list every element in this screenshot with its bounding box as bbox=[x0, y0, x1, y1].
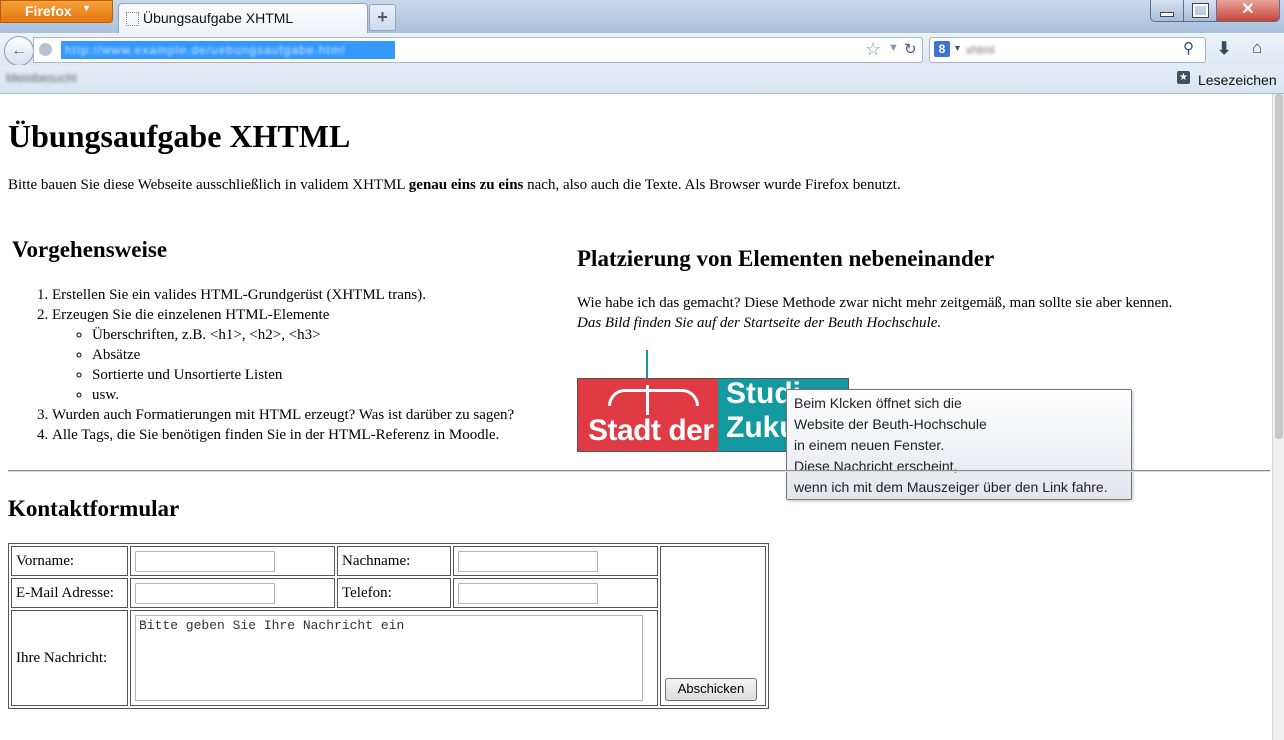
banner-tower-graphic bbox=[646, 385, 649, 415]
search-engine-dropdown-icon[interactable]: ▼ bbox=[953, 43, 962, 53]
maximize-button[interactable] bbox=[1183, 0, 1217, 22]
back-button[interactable]: ← bbox=[4, 36, 34, 66]
url-text: http://www.example.de/uebungsaufgabe.htm… bbox=[65, 43, 346, 57]
home-icon[interactable]: ⌂ bbox=[1252, 38, 1262, 58]
tooltip-line: in einem neuen Fenster. bbox=[794, 437, 945, 453]
platzierung-heading: Platzierung von Elementen nebeneinander bbox=[577, 246, 995, 271]
bookmarks-item[interactable]: Meistbesucht bbox=[6, 71, 77, 85]
page-title: Übungsaufgabe XHTML bbox=[8, 118, 351, 154]
bookmarks-star-icon[interactable]: ★ bbox=[1177, 71, 1190, 84]
tab-active[interactable]: Übungsaufgabe XHTML bbox=[118, 3, 368, 34]
steps-list: Erstellen Sie ein valides HTML-Grundgerü… bbox=[12, 285, 592, 445]
vorname-cell bbox=[130, 546, 335, 576]
history-dropdown-icon[interactable]: ▼ bbox=[888, 42, 899, 54]
bookmarks-toolbar: Meistbesucht ★ Lesezeichen bbox=[0, 65, 1284, 94]
vertical-scrollbar[interactable] bbox=[1272, 94, 1284, 740]
nachricht-cell: Bitte geben Sie Ihre Nachricht ein ⋰ bbox=[130, 610, 658, 706]
search-input[interactable]: xhtml bbox=[966, 43, 995, 57]
step-label: Erzeugen Sie die einzelenen HTML-Element… bbox=[52, 307, 330, 323]
step-item: Wurden auch Formatierungen mit HTML erze… bbox=[52, 405, 592, 425]
vorgehensweise-heading: Vorgehensweise bbox=[12, 237, 168, 262]
bookmark-star-icon[interactable]: ☆ bbox=[865, 39, 881, 60]
substep-item: Sortierte und Unsortierte Listen bbox=[92, 365, 592, 385]
banner-text-left: Stadt der bbox=[588, 414, 714, 447]
reload-icon[interactable]: ↻ bbox=[904, 40, 917, 58]
step-item-with-sublist: Erzeugen Sie die einzelenen HTML-Element… bbox=[52, 305, 592, 405]
window-titlebar: Firefox ▼ Übungsaufgabe XHTML + ✕ bbox=[0, 0, 1284, 34]
nachname-label: Nachname: bbox=[337, 546, 451, 576]
search-icon[interactable]: ⚲ bbox=[1183, 39, 1194, 57]
email-input[interactable] bbox=[135, 582, 275, 604]
submit-cell: Abschicken bbox=[660, 546, 766, 706]
vorname-label: Vorname: bbox=[11, 546, 128, 576]
email-cell bbox=[130, 578, 335, 608]
substeps-list: Überschriften, z.B. <h1>, <h2>, <h3> Abs… bbox=[52, 325, 592, 405]
page-content: Übungsaufgabe XHTML Bitte bauen Sie dies… bbox=[0, 94, 1272, 740]
banner-bridge-graphic bbox=[608, 389, 699, 406]
tab-title: Übungsaufgabe XHTML bbox=[143, 10, 294, 26]
search-engine-icon[interactable]: 8 bbox=[934, 41, 950, 57]
telefon-cell bbox=[453, 578, 658, 608]
back-arrow-icon: ← bbox=[11, 42, 27, 59]
firefox-menu-button[interactable]: Firefox ▼ bbox=[0, 0, 113, 23]
site-identity-icon[interactable] bbox=[39, 43, 52, 56]
tooltip-line: Beim Klcken öffnet sich die bbox=[794, 395, 962, 411]
chevron-down-icon: ▼ bbox=[82, 3, 91, 13]
minimize-button[interactable] bbox=[1150, 0, 1184, 22]
scrollbar-thumb[interactable] bbox=[1275, 94, 1283, 439]
vorname-input[interactable] bbox=[135, 550, 275, 572]
resize-grip-icon[interactable]: ⋰ bbox=[139, 618, 639, 698]
contact-form-table: Vorname: Nachname: Abschicken E-Mail Adr… bbox=[8, 543, 769, 709]
minimize-icon bbox=[1160, 12, 1174, 17]
nachricht-label: Ihre Nachricht: bbox=[11, 610, 128, 706]
horizontal-rule bbox=[8, 470, 1270, 472]
close-icon: ✕ bbox=[1241, 1, 1255, 18]
substep-item: usw. bbox=[92, 385, 592, 405]
step-item: Alle Tags, die Sie benötigen finden Sie … bbox=[52, 425, 592, 445]
tooltip-line: wenn ich mit dem Mauszeiger über den Lin… bbox=[794, 479, 1108, 495]
close-window-button[interactable]: ✕ bbox=[1216, 0, 1280, 22]
kontakt-heading: Kontaktformular bbox=[8, 496, 180, 521]
new-tab-button[interactable]: + bbox=[369, 4, 396, 31]
intro-text-after: nach, also auch die Texte. Als Browser w… bbox=[523, 177, 901, 193]
telefon-input[interactable] bbox=[458, 582, 598, 604]
link-tooltip: Beim Klcken öffnet sich die Website der … bbox=[786, 389, 1132, 500]
nachname-input[interactable] bbox=[458, 550, 598, 572]
firefox-menu-label: Firefox bbox=[25, 3, 72, 19]
telefon-label: Telefon: bbox=[337, 578, 451, 608]
substep-item: Absätze bbox=[92, 345, 592, 365]
bookmarks-menu-label[interactable]: Lesezeichen bbox=[1198, 72, 1277, 88]
nachricht-textarea[interactable]: Bitte geben Sie Ihre Nachricht ein ⋰ bbox=[135, 615, 643, 701]
email-label: E-Mail Adresse: bbox=[11, 578, 128, 608]
platzierung-paragraph: Wie habe ich das gemacht? Diese Methode … bbox=[577, 295, 1173, 311]
image-source-note: Das Bild finden Sie auf der Startseite d… bbox=[577, 315, 942, 331]
submit-button[interactable]: Abschicken bbox=[665, 678, 757, 701]
page-favicon-icon bbox=[126, 12, 139, 26]
step-item: Erstellen Sie ein valides HTML-Grundgerü… bbox=[52, 285, 592, 305]
intro-paragraph: Bitte bauen Sie diese Webseite ausschlie… bbox=[8, 177, 901, 194]
download-icon[interactable]: ⬇ bbox=[1217, 39, 1231, 59]
nachname-cell bbox=[453, 546, 658, 576]
intro-text-before: Bitte bauen Sie diese Webseite ausschlie… bbox=[8, 177, 409, 193]
url-selection[interactable]: http://www.example.de/uebungsaufgabe.htm… bbox=[61, 41, 395, 59]
intro-text-bold: genau eins zu eins bbox=[408, 177, 524, 193]
substep-item: Überschriften, z.B. <h1>, <h2>, <h3> bbox=[92, 325, 592, 345]
tooltip-line: Website der Beuth-Hochschule bbox=[794, 416, 987, 432]
address-bar[interactable]: http://www.example.de/uebungsaufgabe.htm… bbox=[33, 37, 923, 63]
navigation-toolbar: ← http://www.example.de/uebungsaufgabe.h… bbox=[0, 33, 1284, 66]
banner-antenna bbox=[646, 350, 648, 380]
search-bar[interactable]: 8 ▼ xhtml ⚲ bbox=[929, 37, 1206, 63]
maximize-icon bbox=[1191, 3, 1209, 18]
